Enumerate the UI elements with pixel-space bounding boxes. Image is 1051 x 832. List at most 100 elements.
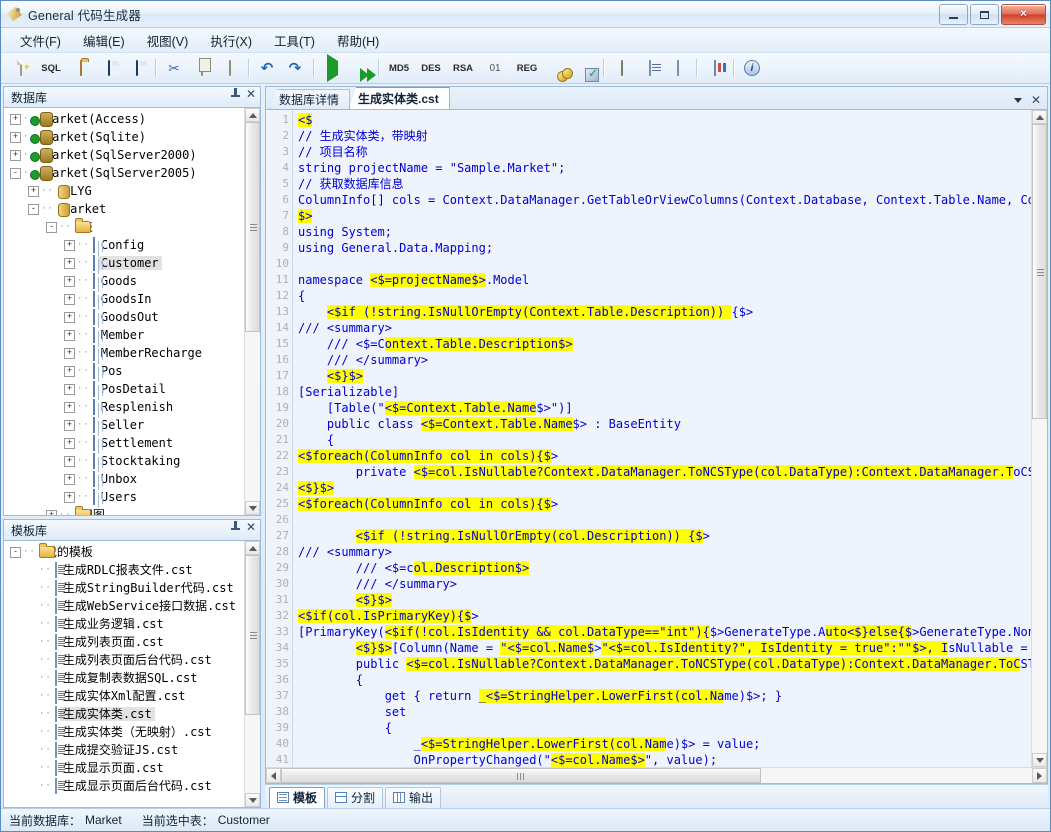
toolbar-md5-button[interactable]: MD5 [383, 55, 415, 81]
tree-item[interactable]: - ·· Market(SqlServer2005) [4, 164, 244, 182]
scroll-track[interactable] [1032, 124, 1047, 753]
expand-icon[interactable]: + [64, 347, 75, 359]
tree-item[interactable]: - ·· 表 [4, 218, 244, 236]
tree-item[interactable]: + ·· Goods [4, 272, 244, 290]
tree-item[interactable]: ·· 生成提交验证JS.cst [4, 741, 244, 759]
scroll-up-icon[interactable] [245, 541, 260, 555]
tree-item[interactable]: ·· 生成实体类（无映射）.cst [4, 723, 244, 741]
tree-item[interactable]: ·· 生成业务逻辑.cst [4, 615, 244, 633]
menu-item-2[interactable]: 视图(V) [136, 28, 200, 53]
tree-item[interactable]: ·· 生成复制表数据SQL.cst [4, 669, 244, 687]
bottom-tab-0[interactable]: 模板 [269, 786, 326, 809]
tree-item[interactable]: + ·· Customer [4, 254, 244, 272]
tree-item[interactable]: - ·· Market [4, 200, 244, 218]
expand-icon[interactable]: + [64, 275, 75, 287]
expand-icon[interactable]: + [64, 329, 75, 341]
pin-icon[interactable] [230, 88, 240, 100]
expand-icon[interactable]: + [64, 473, 75, 485]
toolbar-shield-button[interactable] [571, 55, 599, 81]
tree-item[interactable]: + ·· Settlement [4, 434, 244, 452]
toolbar-open-button[interactable] [67, 55, 95, 81]
toolbar-copy-button[interactable] [188, 55, 216, 81]
pin-icon[interactable] [230, 521, 240, 533]
expand-icon[interactable]: + [10, 113, 21, 125]
collapse-icon[interactable]: - [10, 546, 21, 558]
toolbar-save-all-button[interactable] [123, 55, 151, 81]
scroll-right-icon[interactable] [1032, 768, 1047, 783]
expand-icon[interactable]: + [64, 239, 75, 251]
hscroll-track[interactable] [281, 768, 1032, 783]
toolbar-des-button[interactable]: DES [415, 55, 447, 81]
tree-item[interactable]: ·· 生成显示页面后台代码.cst [4, 777, 244, 795]
toolbar-about-button[interactable]: i [738, 55, 766, 81]
tree-item[interactable]: + ·· Users [4, 488, 244, 506]
scroll-track[interactable] [245, 555, 260, 793]
scroll-track[interactable] [245, 122, 260, 501]
tree-item[interactable]: ·· 生成列表页面后台代码.cst [4, 651, 244, 669]
expand-icon[interactable]: + [64, 401, 75, 413]
scroll-thumb[interactable] [245, 555, 260, 715]
tree-item[interactable]: + ·· Market(Access) [4, 110, 244, 128]
tree-item[interactable]: + ·· GoodsIn [4, 290, 244, 308]
expand-icon[interactable]: + [64, 455, 75, 467]
toolbar-cut-button[interactable]: ✂ [160, 55, 188, 81]
tree-item[interactable]: ·· 生成列表页面.cst [4, 633, 244, 651]
tree-item[interactable]: - ·· 我的模板 [4, 543, 244, 561]
tree-item[interactable]: + ·· Member [4, 326, 244, 344]
expand-icon[interactable]: + [64, 491, 75, 503]
bottom-tab-2[interactable]: 输出 [385, 786, 442, 809]
tree-item[interactable]: + ·· Stocktaking [4, 452, 244, 470]
scroll-thumb[interactable] [1032, 124, 1047, 419]
editor-tab-0[interactable]: 数据库详情 [270, 89, 351, 109]
editor-horizontal-scrollbar[interactable] [266, 767, 1047, 783]
menu-item-1[interactable]: 编辑(E) [72, 28, 136, 53]
tree-item[interactable]: + ·· HLYG [4, 182, 244, 200]
tree-item[interactable]: ·· 生成RDLC报表文件.cst [4, 561, 244, 579]
menu-item-3[interactable]: 执行(X) [199, 28, 263, 53]
toolbar-binary-button[interactable]: 01 [479, 55, 511, 81]
scroll-up-icon[interactable] [1032, 110, 1047, 124]
tree-item[interactable]: ·· 生成显示页面.cst [4, 759, 244, 777]
database-tree-scrollbar[interactable] [244, 108, 260, 515]
close-icon[interactable]: ✕ [1031, 94, 1041, 106]
close-icon[interactable]: ✕ [246, 88, 256, 100]
expand-icon[interactable]: + [64, 437, 75, 449]
expand-icon[interactable]: + [64, 257, 75, 269]
expand-icon[interactable]: + [46, 509, 57, 515]
toolbar-paste-button[interactable] [216, 55, 244, 81]
scroll-thumb[interactable] [245, 122, 260, 332]
tree-item[interactable]: + ·· Market(SqlServer2000) [4, 146, 244, 164]
menu-item-0[interactable]: 文件(F) [9, 28, 72, 53]
editor-vertical-scrollbar[interactable] [1031, 110, 1047, 767]
toolbar-new-file-button[interactable]: ✦ [7, 55, 35, 81]
code-text[interactable]: <$ // 生成实体类，带映射 // 项目名称 string projectName … [294, 110, 1031, 767]
expand-icon[interactable]: + [64, 383, 75, 395]
tree-item[interactable]: ·· 生成实体Xml配置.cst [4, 687, 244, 705]
toolbar-redo-button[interactable]: ↷ [281, 55, 309, 81]
expand-icon[interactable]: + [64, 293, 75, 305]
toolbar-undo-button[interactable]: ↶ [253, 55, 281, 81]
maximize-button[interactable] [970, 4, 999, 25]
tree-item[interactable]: + ·· Market(Sqlite) [4, 128, 244, 146]
collapse-icon[interactable]: - [46, 221, 57, 233]
tree-item[interactable]: + ·· MemberRecharge [4, 344, 244, 362]
toolbar-list-tool-button[interactable] [636, 55, 664, 81]
tree-item[interactable]: + ·· Config [4, 236, 244, 254]
tree-item[interactable]: + ·· GoodsOut [4, 308, 244, 326]
template-tree[interactable]: - ·· 我的模板 ·· 生成RDLC报表文件.cst ·· 生成StringBuilder… [4, 541, 244, 807]
editor-tab-1[interactable]: 生成实体类.cst [349, 87, 450, 109]
chevron-down-icon[interactable] [1013, 98, 1022, 103]
tree-item[interactable]: ·· 生成实体类.cst [4, 705, 244, 723]
database-tree[interactable]: + ·· Market(Access) + ·· Market(Sqlite) + ·· Mar… [4, 108, 244, 515]
tree-item[interactable]: + ·· 视图 [4, 506, 244, 515]
template-tree-scrollbar[interactable] [244, 541, 260, 807]
scroll-left-icon[interactable] [266, 768, 281, 783]
toolbar-tower-tool-button[interactable] [701, 55, 729, 81]
toolbar-window-tool-button[interactable] [608, 55, 636, 81]
collapse-icon[interactable]: - [10, 167, 21, 179]
toolbar-save-button[interactable] [95, 55, 123, 81]
collapse-icon[interactable]: - [28, 203, 39, 215]
expand-icon[interactable]: + [28, 185, 39, 197]
tree-item[interactable]: + ·· Pos [4, 362, 244, 380]
toolbar-reg-button[interactable]: REG [511, 55, 543, 81]
